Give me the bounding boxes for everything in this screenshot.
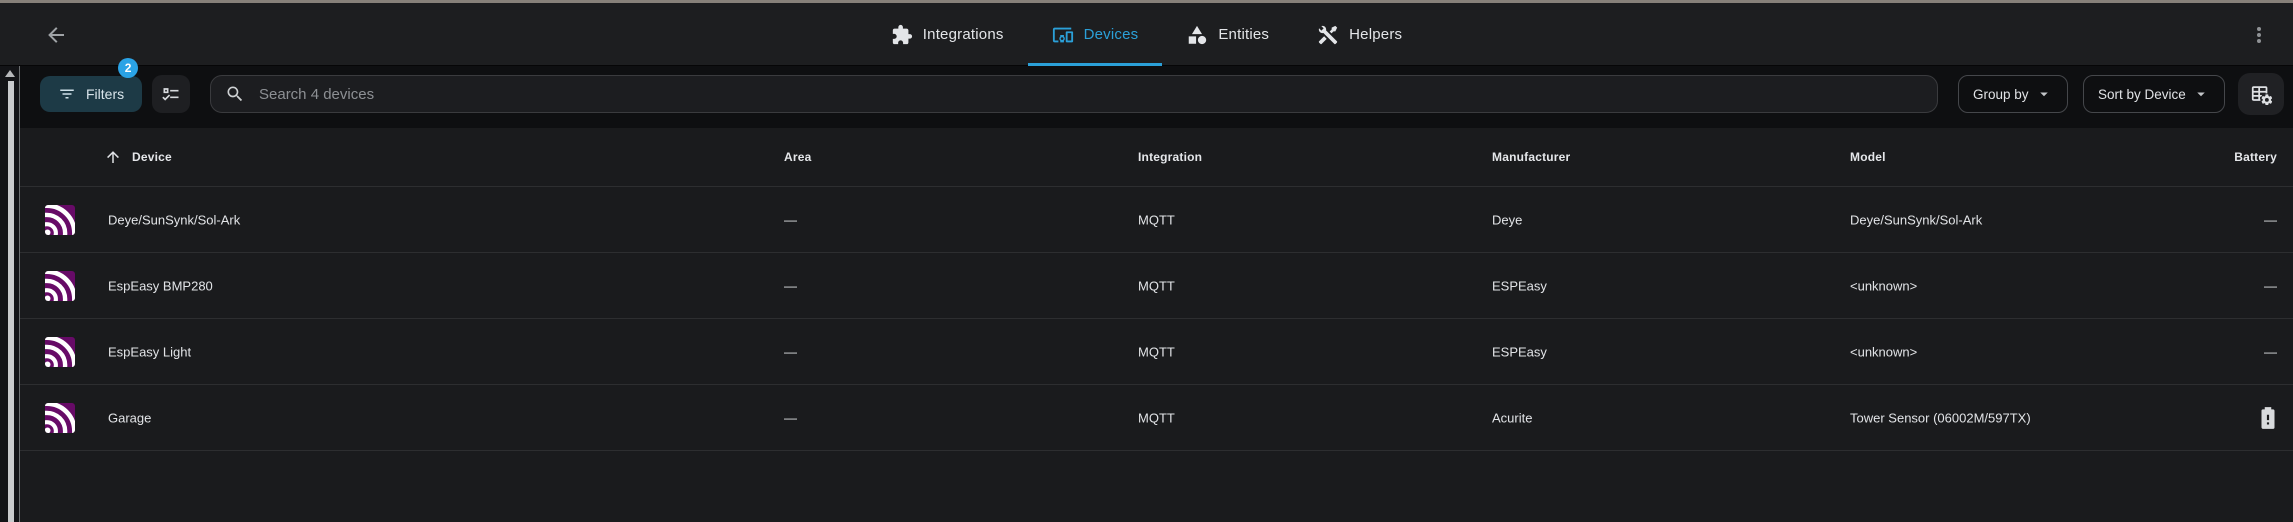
mqtt-icon <box>45 337 75 367</box>
table-row[interactable]: EspEasy Light — MQTT ESPEasy <unknown> — <box>20 319 2293 385</box>
table-row[interactable]: EspEasy BMP280 — MQTT ESPEasy <unknown> … <box>20 253 2293 319</box>
column-header-model[interactable]: Model <box>1850 150 1886 164</box>
tab-label: Devices <box>1084 26 1139 43</box>
cell-integration: MQTT <box>1138 212 1175 227</box>
chevron-down-icon <box>2192 85 2210 103</box>
shape-icon <box>1186 24 1208 46</box>
search-field <box>210 75 1938 113</box>
group-by-button[interactable]: Group by <box>1958 75 2068 113</box>
cell-area: — <box>784 212 797 227</box>
device-integration-icon <box>45 403 75 433</box>
tab-bar: Integrations Devices Entities Helpers <box>0 3 2293 66</box>
tab-devices[interactable]: Devices <box>1028 3 1163 66</box>
device-integration-icon <box>45 271 75 301</box>
cell-device-name: Garage <box>108 410 151 425</box>
cell-manufacturer: ESPEasy <box>1492 344 1547 359</box>
mqtt-icon <box>45 271 75 301</box>
tab-label: Entities <box>1218 26 1269 43</box>
cell-integration: MQTT <box>1138 410 1175 425</box>
battery-alert-icon <box>2255 405 2281 431</box>
customize-columns-button[interactable] <box>2238 73 2284 115</box>
cell-model: <unknown> <box>1850 344 1917 359</box>
cell-model: <unknown> <box>1850 278 1917 293</box>
device-integration-icon <box>45 205 75 235</box>
filter-variant-icon <box>58 85 76 103</box>
table-header-row: Device Area Integration Manufacturer Mod… <box>20 128 2293 187</box>
cell-manufacturer: Deye <box>1492 212 1522 227</box>
tab-label: Integrations <box>923 26 1004 43</box>
tab-integrations[interactable]: Integrations <box>867 3 1028 66</box>
header-bar: Integrations Devices Entities Helpers <box>0 3 2293 66</box>
scrollbar-thumb[interactable] <box>8 81 14 522</box>
search-icon <box>225 84 245 104</box>
tab-label: Helpers <box>1349 26 1402 43</box>
cell-battery: — <box>2264 212 2277 227</box>
toolbar: Filters 2 Group by Sort by Device <box>20 66 2293 128</box>
table-row[interactable]: Deye/SunSynk/Sol-Ark — MQTT Deye Deye/Su… <box>20 187 2293 253</box>
selection-mode-button[interactable] <box>152 75 190 113</box>
devices-page: { "colors": { "accent": "#2ba0d8", "badg… <box>0 0 2293 522</box>
tab-entities[interactable]: Entities <box>1162 3 1293 66</box>
sort-by-button[interactable]: Sort by Device <box>2083 75 2225 113</box>
cell-manufacturer: Acurite <box>1492 410 1532 425</box>
devices-icon <box>1052 24 1074 46</box>
puzzle-icon <box>891 24 913 46</box>
tools-icon <box>1317 24 1339 46</box>
column-header-battery[interactable]: Battery <box>2234 150 2277 164</box>
format-list-checks-icon <box>161 84 181 104</box>
scrollbar-up-arrow[interactable] <box>5 70 15 77</box>
group-by-label: Group by <box>1973 87 2029 102</box>
cell-battery: — <box>2264 344 2277 359</box>
filters-badge: 2 <box>118 58 138 78</box>
mqtt-icon <box>45 205 75 235</box>
cell-area: — <box>784 410 797 425</box>
mqtt-icon <box>45 403 75 433</box>
sort-ascending-arrow-icon <box>104 148 122 166</box>
column-header-manufacturer[interactable]: Manufacturer <box>1492 150 1570 164</box>
filters-label: Filters <box>86 86 124 102</box>
column-header-device[interactable]: Device <box>132 150 172 164</box>
table-row[interactable]: Garage — MQTT Acurite Tower Sensor (0600… <box>20 385 2293 451</box>
cell-model: Tower Sensor (06002M/597TX) <box>1850 410 2031 425</box>
cell-battery <box>2255 405 2277 431</box>
tab-helpers[interactable]: Helpers <box>1293 3 1426 66</box>
device-integration-icon <box>45 337 75 367</box>
cell-device-name: EspEasy Light <box>108 344 191 359</box>
cell-model: Deye/SunSynk/Sol-Ark <box>1850 212 1982 227</box>
cell-manufacturer: ESPEasy <box>1492 278 1547 293</box>
overflow-menu-button[interactable] <box>2247 23 2271 47</box>
cell-area: — <box>784 344 797 359</box>
search-input[interactable] <box>257 85 1923 104</box>
cell-integration: MQTT <box>1138 278 1175 293</box>
sort-by-label: Sort by Device <box>2098 87 2186 102</box>
chevron-down-icon <box>2035 85 2053 103</box>
cell-device-name: EspEasy BMP280 <box>108 278 213 293</box>
column-header-integration[interactable]: Integration <box>1138 150 1202 164</box>
cell-integration: MQTT <box>1138 344 1175 359</box>
table-body: Deye/SunSynk/Sol-Ark — MQTT Deye Deye/Su… <box>20 187 2293 451</box>
left-gutter <box>0 66 20 522</box>
table-cog-icon <box>2250 83 2272 105</box>
devices-table: Device Area Integration Manufacturer Mod… <box>20 128 2293 522</box>
cell-device-name: Deye/SunSynk/Sol-Ark <box>108 212 240 227</box>
cell-battery: — <box>2264 278 2277 293</box>
cell-area: — <box>784 278 797 293</box>
filters-button[interactable]: Filters 2 <box>40 76 142 112</box>
column-header-area[interactable]: Area <box>784 150 811 164</box>
dots-vertical-icon <box>2247 23 2271 47</box>
